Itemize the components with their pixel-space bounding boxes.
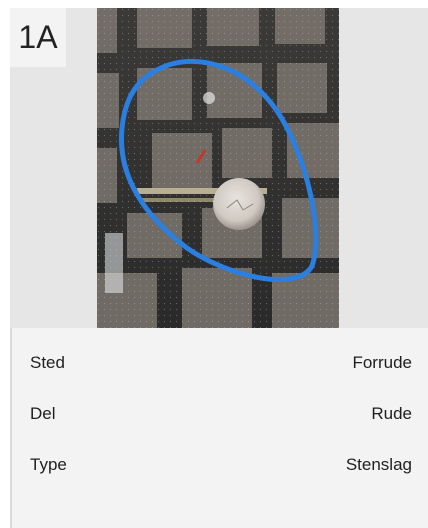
detail-value: Rude <box>371 404 412 423</box>
detail-label: Type <box>30 455 67 474</box>
photo-area <box>10 8 428 328</box>
damage-id-badge: 1A <box>10 8 66 67</box>
detail-label: Del <box>30 404 56 423</box>
detail-value: Forrude <box>352 353 412 372</box>
detail-label: Sted <box>30 353 65 372</box>
detail-row-location: Sted Forrude <box>10 353 428 377</box>
damage-photo[interactable] <box>97 8 339 328</box>
detail-row-type: Type Stenslag <box>10 455 428 479</box>
damage-card: 1A Sted Forrude Del Rude Type Stenslag <box>10 8 428 528</box>
detail-row-part: Del Rude <box>10 404 428 428</box>
detail-value: Stenslag <box>345 455 412 474</box>
damage-photo-image <box>97 8 339 328</box>
